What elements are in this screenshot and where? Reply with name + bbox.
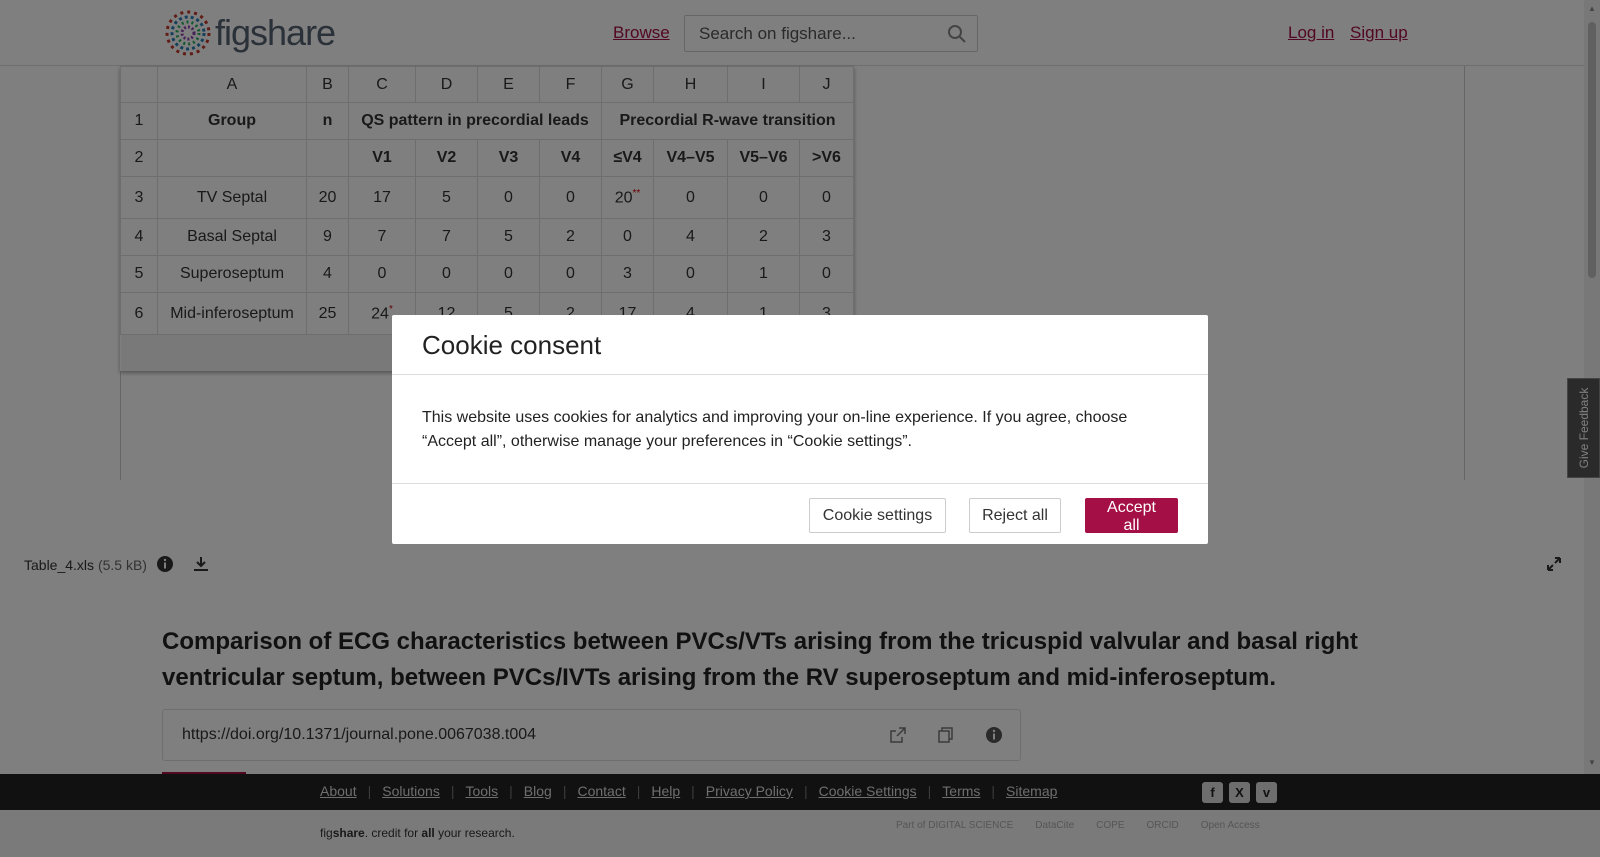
cookie-consent-dialog: Cookie consent This website uses cookies… [392, 315, 1208, 544]
dialog-title: Cookie consent [422, 330, 602, 360]
reject-all-button[interactable]: Reject all [969, 498, 1061, 533]
cookie-settings-button[interactable]: Cookie settings [809, 498, 946, 533]
dialog-footer: Cookie settings Reject all Accept all [392, 483, 1208, 544]
dialog-header: Cookie consent [392, 315, 1208, 375]
dialog-body: This website uses cookies for analytics … [422, 409, 1128, 450]
modal-backdrop: Cookie consent This website uses cookies… [0, 0, 1600, 857]
accept-all-button[interactable]: Accept all [1085, 498, 1178, 534]
